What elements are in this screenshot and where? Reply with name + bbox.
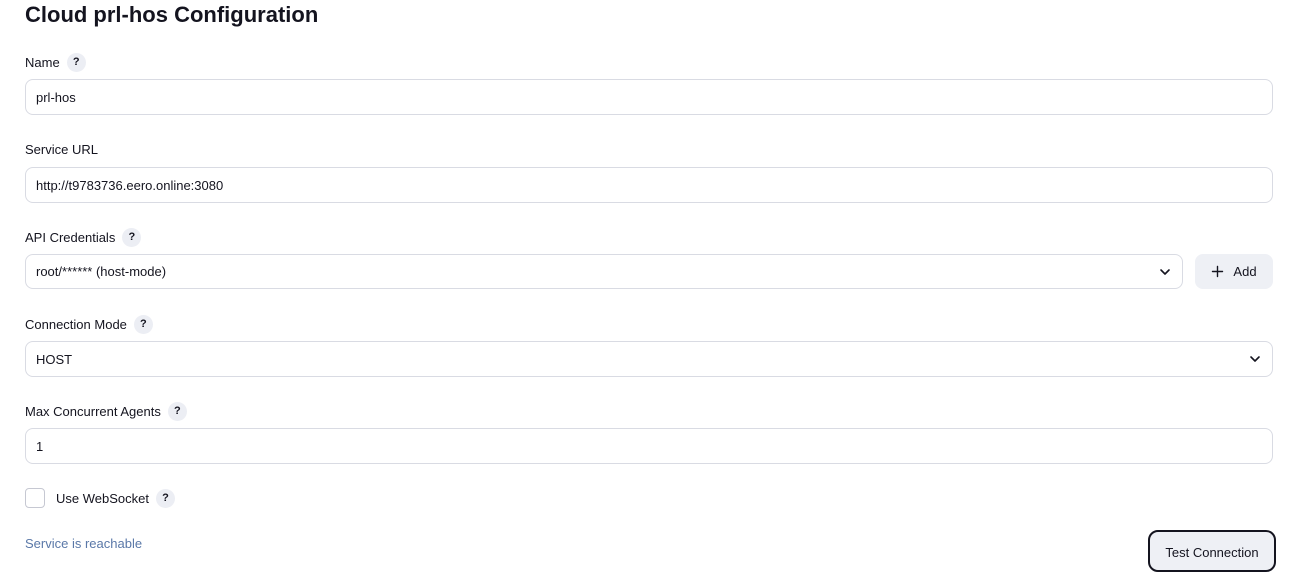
max-agents-label: Max Concurrent Agents <box>25 403 161 419</box>
api-credentials-select[interactable]: root/****** (host-mode) <box>25 254 1183 289</box>
service-url-label-row: Service URL <box>25 139 98 159</box>
page-title: Cloud prl-hos Configuration <box>25 2 319 27</box>
service-url-label: Service URL <box>25 141 98 157</box>
connection-mode-help-icon[interactable]: ? <box>133 314 153 334</box>
max-agents-input[interactable]: 1 <box>25 428 1273 464</box>
add-credentials-button[interactable]: Add <box>1195 254 1273 289</box>
test-connection-button[interactable]: Test Connection <box>1148 530 1276 572</box>
api-credentials-label: API Credentials <box>25 229 116 245</box>
name-input[interactable]: prl-hos <box>25 79 1273 115</box>
name-value: prl-hos <box>36 89 76 105</box>
use-websocket-help-icon[interactable]: ? <box>155 488 175 508</box>
connection-mode-select[interactable]: HOST <box>25 341 1273 377</box>
cloud-configuration-page: Cloud prl-hos Configuration Name ? prl-h… <box>0 0 1297 580</box>
use-websocket-label-row: Use WebSocket ? <box>56 488 175 508</box>
service-url-input[interactable]: http://t9783736.eero.online:3080 <box>25 167 1273 203</box>
api-credentials-label-row: API Credentials ? <box>25 227 142 247</box>
service-url-value: http://t9783736.eero.online:3080 <box>36 177 224 193</box>
connection-mode-label: Connection Mode <box>25 316 127 332</box>
chevron-down-icon <box>1250 356 1260 362</box>
name-help-icon[interactable]: ? <box>66 52 86 72</box>
status-message: Service is reachable <box>25 536 143 551</box>
max-agents-label-row: Max Concurrent Agents ? <box>25 401 187 421</box>
max-agents-value: 1 <box>36 438 44 454</box>
add-button-label: Add <box>1233 264 1257 279</box>
plus-icon <box>1212 265 1224 278</box>
name-label: Name <box>25 54 60 70</box>
use-websocket-checkbox[interactable] <box>25 488 45 508</box>
api-credentials-value: root/****** (host-mode) <box>36 264 167 279</box>
name-label-row: Name ? <box>25 52 86 72</box>
api-credentials-help-icon[interactable]: ? <box>122 227 142 247</box>
connection-mode-value: HOST <box>36 351 73 367</box>
connection-mode-label-row: Connection Mode ? <box>25 314 153 334</box>
chevron-down-icon <box>1160 268 1170 275</box>
test-connection-label: Test Connection <box>1165 544 1259 560</box>
use-websocket-label[interactable]: Use WebSocket <box>56 491 149 506</box>
max-agents-help-icon[interactable]: ? <box>167 401 187 421</box>
